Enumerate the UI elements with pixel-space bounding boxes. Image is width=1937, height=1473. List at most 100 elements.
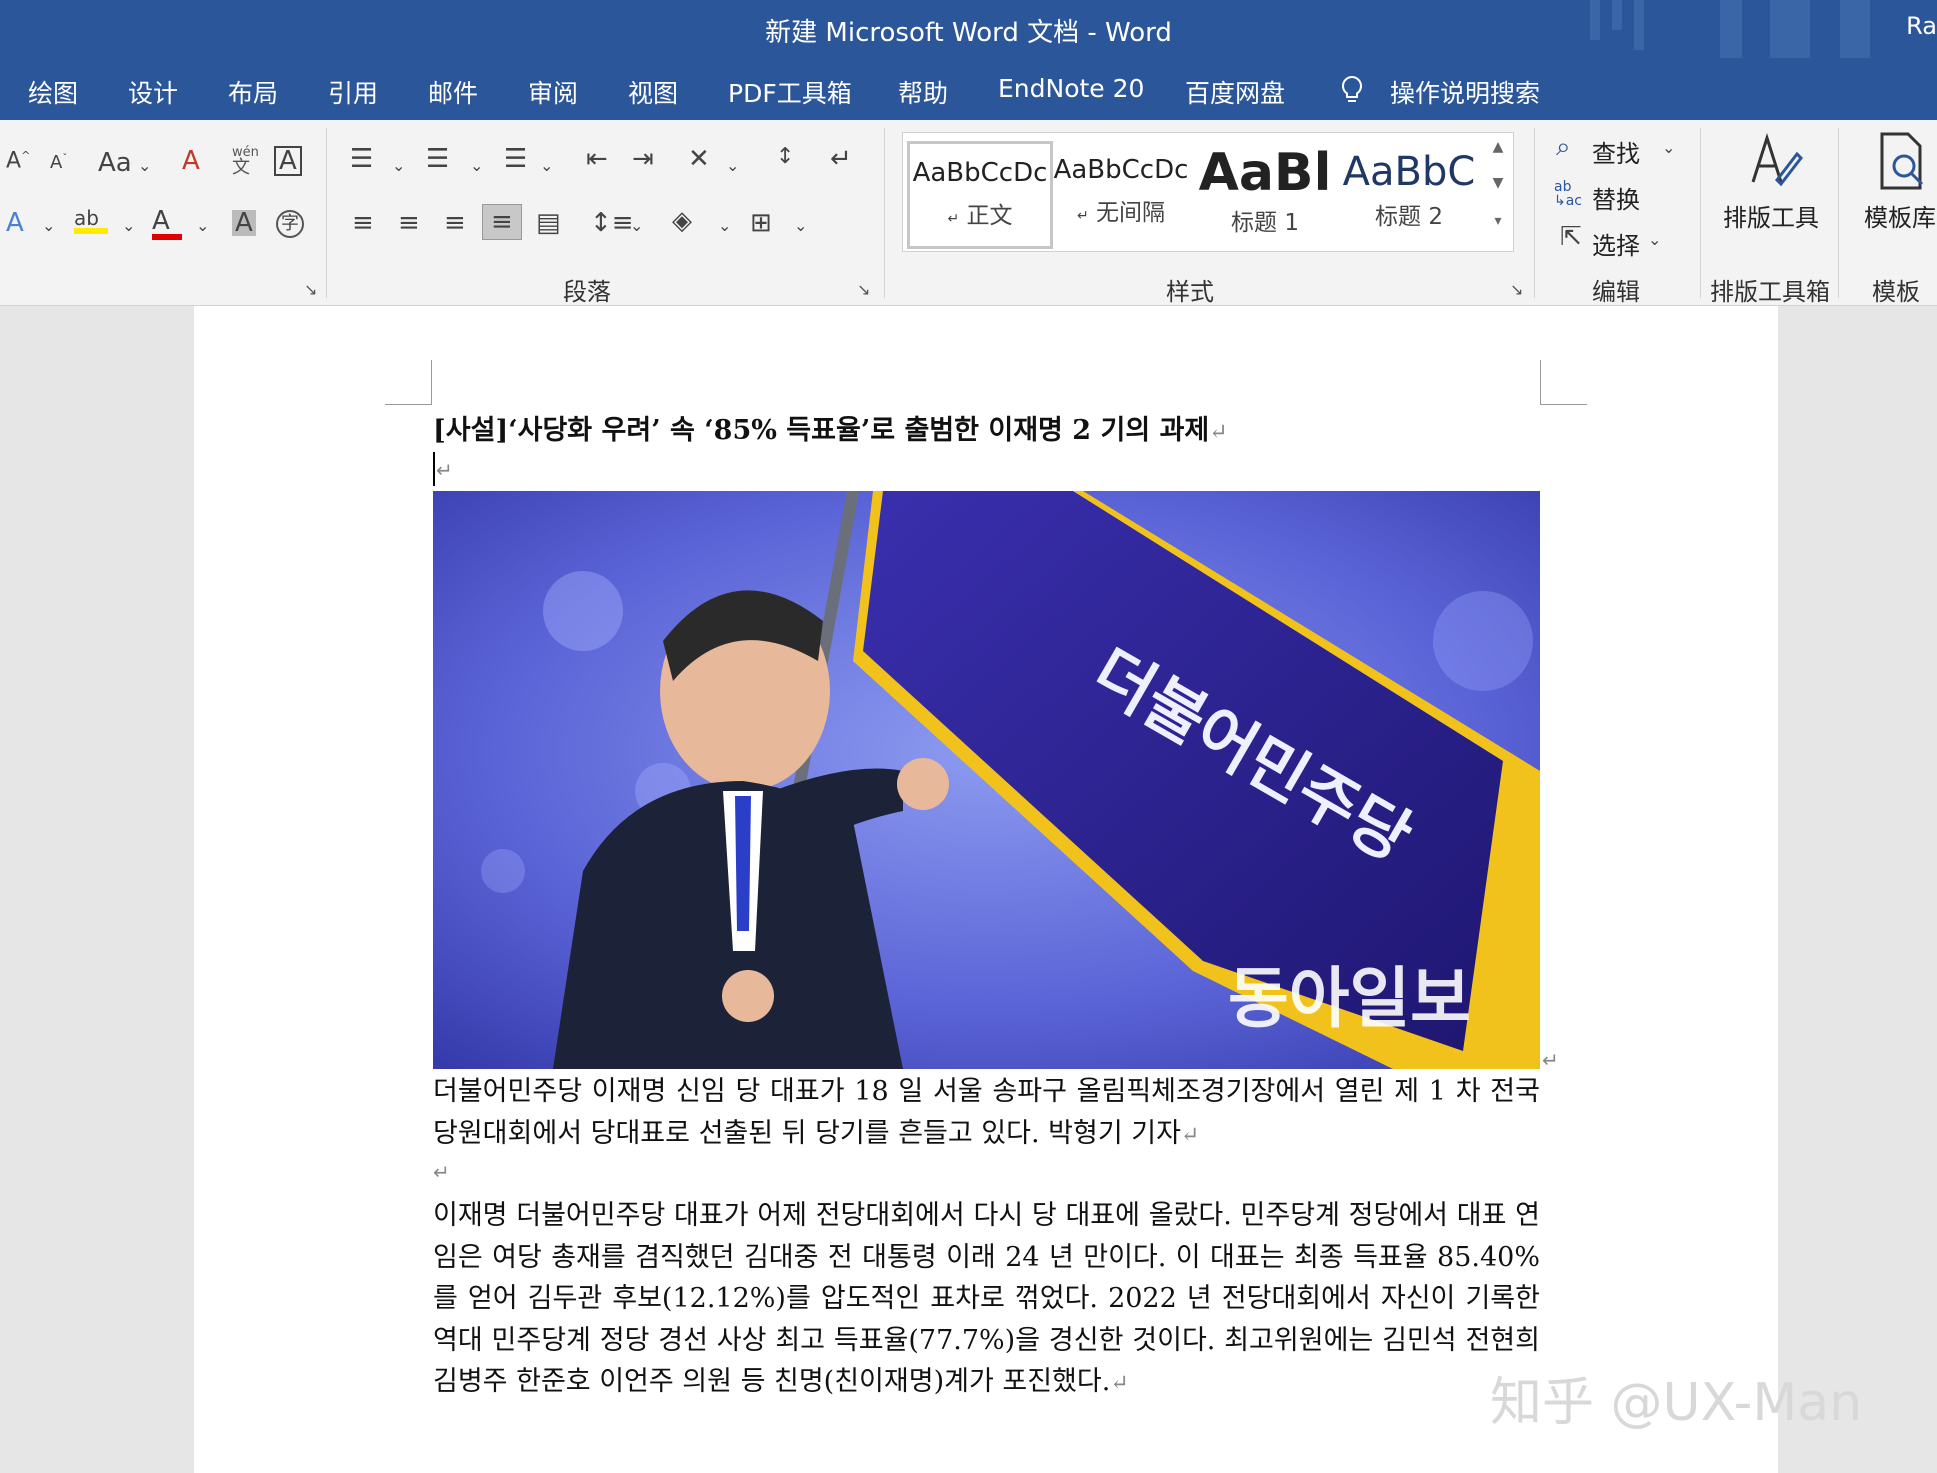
phonetic-bottom: 文 [232, 157, 250, 178]
chevron-down-icon[interactable]: ⌄ [1662, 138, 1675, 157]
chevron-down-icon[interactable]: ⌄ [540, 156, 553, 175]
style-heading-1[interactable]: AaBl 标题 1 [1195, 141, 1335, 243]
sort-icon[interactable]: ↕ [776, 146, 794, 168]
bullets-icon[interactable]: ☰ [350, 146, 373, 172]
style-name: 标题 1 [1231, 210, 1299, 236]
tab-view[interactable]: 视图 [628, 74, 678, 110]
layout-toolbox-group-label: 排版工具箱 [1710, 278, 1830, 306]
template-library-button[interactable]: 模板库 [1850, 130, 1937, 233]
paragraph-text: 이재명 더불어민주당 대표가 어제 전당대회에서 다시 당 대표에 올랐다. 민… [433, 1200, 1540, 1397]
chinese-layout-icon[interactable]: ✕ [688, 146, 710, 172]
style-name: 标题 2 [1375, 204, 1443, 230]
shading-icon[interactable]: ◈ [672, 208, 692, 234]
tab-endnote[interactable]: EndNote 20 [998, 74, 1144, 103]
tab-help[interactable]: 帮助 [898, 74, 948, 110]
style-preview: AaBl [1198, 143, 1332, 203]
dialog-launcher-icon[interactable]: ↘ [1510, 280, 1523, 299]
chevron-down-icon[interactable]: ⌄ [1648, 230, 1661, 249]
text-effects-icon[interactable]: A [6, 210, 24, 236]
multilevel-list-icon[interactable]: ☰ [504, 146, 527, 172]
headline-text: [사설]‘사당화 우려’ 속 ‘85% 득표율’로 출범한 이재명 2 기의 과… [433, 415, 1210, 446]
shrink-font-icon[interactable]: Aˇ [50, 154, 67, 172]
gallery-more[interactable]: ▾ [1487, 213, 1509, 247]
tab-review[interactable]: 审阅 [528, 74, 578, 110]
paragraph-mark: ↵ [1110, 1371, 1129, 1396]
styles-gallery: AaBbCcDc ↵ 正文 AaBbCcDc ↵ 无间隔 AaBl 标题 1 A… [902, 132, 1514, 252]
text-cursor [433, 452, 435, 486]
photo-caption[interactable]: 더불어민주당 이재명 신임 당 대표가 18 일 서울 송파구 올림픽체조경기장… [433, 1071, 1540, 1156]
tab-pdf-toolbox[interactable]: PDF工具箱 [728, 74, 852, 110]
find-button[interactable]: 查找 [1592, 134, 1640, 169]
style-preview: AaBbC [1342, 149, 1476, 195]
enclose-characters-icon[interactable]: 字 [276, 210, 304, 238]
phonetic-guide-icon[interactable]: wén 文 [232, 146, 259, 177]
chevron-down-icon[interactable]: ⌄ [122, 216, 135, 235]
align-center-icon[interactable]: ≡ [398, 210, 420, 236]
increase-indent-icon[interactable]: ⇥ [632, 146, 654, 172]
font-color-icon[interactable]: A [152, 208, 182, 240]
numbering-icon[interactable]: ☰ [426, 146, 449, 172]
line-spacing-icon[interactable]: ↕≡ [590, 210, 634, 236]
show-marks-icon[interactable]: ↵ [830, 146, 852, 172]
chevron-down-icon[interactable]: ⌄ [794, 216, 807, 235]
templates-group-label: 模板 [1872, 278, 1920, 306]
paragraph-mark: ↵ [1180, 1122, 1200, 1148]
character-shading-icon[interactable]: A [232, 210, 256, 236]
dialog-launcher-icon[interactable]: ↘ [304, 280, 317, 299]
tab-design[interactable]: 设计 [128, 74, 178, 110]
character-border-icon[interactable]: A [274, 146, 302, 176]
borders-icon[interactable]: ⊞ [750, 210, 772, 236]
highlight-icon[interactable]: ab [74, 208, 108, 234]
separator [1700, 128, 1701, 298]
gallery-scroll-up[interactable]: ▲ [1487, 139, 1509, 173]
justify-icon[interactable]: ≡ [482, 204, 522, 240]
tell-me-search[interactable]: 操作说明搜索 [1390, 74, 1540, 110]
distributed-icon[interactable]: ▤ [536, 210, 561, 236]
style-normal[interactable]: AaBbCcDc ↵ 正文 [907, 141, 1053, 249]
chevron-down-icon[interactable]: ⌄ [42, 216, 55, 235]
gallery-scroll-down[interactable]: ▼ [1487, 175, 1509, 209]
article-photo[interactable]: 더불어민주당 동아일보 [433, 491, 1540, 1069]
chevron-down-icon[interactable]: ⌄ [392, 156, 405, 175]
chevron-down-icon[interactable]: ⌄ [470, 156, 483, 175]
caption-text: 더불어민주당 이재명 신임 당 대표가 18 일 서울 송파구 올림픽체조경기장… [433, 1076, 1540, 1149]
paragraph-mark: ↵ [1209, 420, 1228, 445]
pen-a-icon [1751, 133, 1803, 187]
tab-baidu-netdisk[interactable]: 百度网盘 [1185, 74, 1285, 110]
align-left-icon[interactable]: ≡ [352, 210, 374, 236]
separator [884, 128, 885, 298]
zhihu-watermark: 知乎 @UX-Man [1490, 1373, 1863, 1433]
separator [326, 128, 327, 298]
dialog-launcher-icon[interactable]: ↘ [857, 280, 870, 299]
style-heading-2[interactable]: AaBbC 标题 2 [1339, 141, 1479, 243]
ribbon-tabs: 绘图 设计 布局 引用 邮件 审阅 视图 PDF工具箱 帮助 EndNote 2… [0, 58, 1937, 120]
replace-button[interactable]: 替换 [1592, 180, 1640, 215]
user-account[interactable]: Ra [1906, 12, 1937, 40]
paragraph-mark: ↵ [1542, 1048, 1559, 1072]
chevron-down-icon[interactable]: ⌄ [138, 156, 151, 175]
tab-draw[interactable]: 绘图 [28, 74, 78, 110]
chevron-down-icon[interactable]: ⌄ [726, 156, 739, 175]
window-title: 新建 Microsoft Word 文档 - Word [765, 18, 1172, 48]
chevron-down-icon[interactable]: ⌄ [630, 216, 643, 235]
style-no-spacing[interactable]: AaBbCcDc ↵ 无间隔 [1051, 141, 1191, 243]
change-case-button[interactable]: Aa [98, 150, 132, 176]
clear-format-icon[interactable]: A [182, 148, 200, 174]
photo-watermark: 동아일보 [1228, 960, 1471, 1037]
decrease-indent-icon[interactable]: ⇤ [586, 146, 608, 172]
chevron-down-icon[interactable]: ⌄ [718, 216, 731, 235]
paragraph-mark: ↵ [436, 458, 453, 482]
layout-tools-button[interactable]: 排版工具 [1714, 130, 1828, 233]
paragraph-group-label: 段落 [563, 278, 611, 306]
align-right-icon[interactable]: ≡ [444, 210, 466, 236]
article-paragraph[interactable]: 이재명 더불어민주당 대표가 어제 전당대회에서 다시 당 대표에 올랐다. 민… [433, 1195, 1540, 1405]
select-button[interactable]: 选择 [1592, 226, 1640, 261]
style-name: ↵ 正文 [947, 203, 1013, 229]
tab-mailings[interactable]: 邮件 [428, 74, 478, 110]
cursor-icon: ⇱ [1560, 222, 1582, 252]
grow-font-icon[interactable]: A^ [6, 150, 30, 172]
article-headline[interactable]: [사설]‘사당화 우려’ 속 ‘85% 득표율’로 출범한 이재명 2 기의 과… [433, 408, 1228, 447]
tab-layout[interactable]: 布局 [228, 74, 278, 110]
tab-references[interactable]: 引用 [328, 74, 378, 110]
chevron-down-icon[interactable]: ⌄ [196, 216, 209, 235]
